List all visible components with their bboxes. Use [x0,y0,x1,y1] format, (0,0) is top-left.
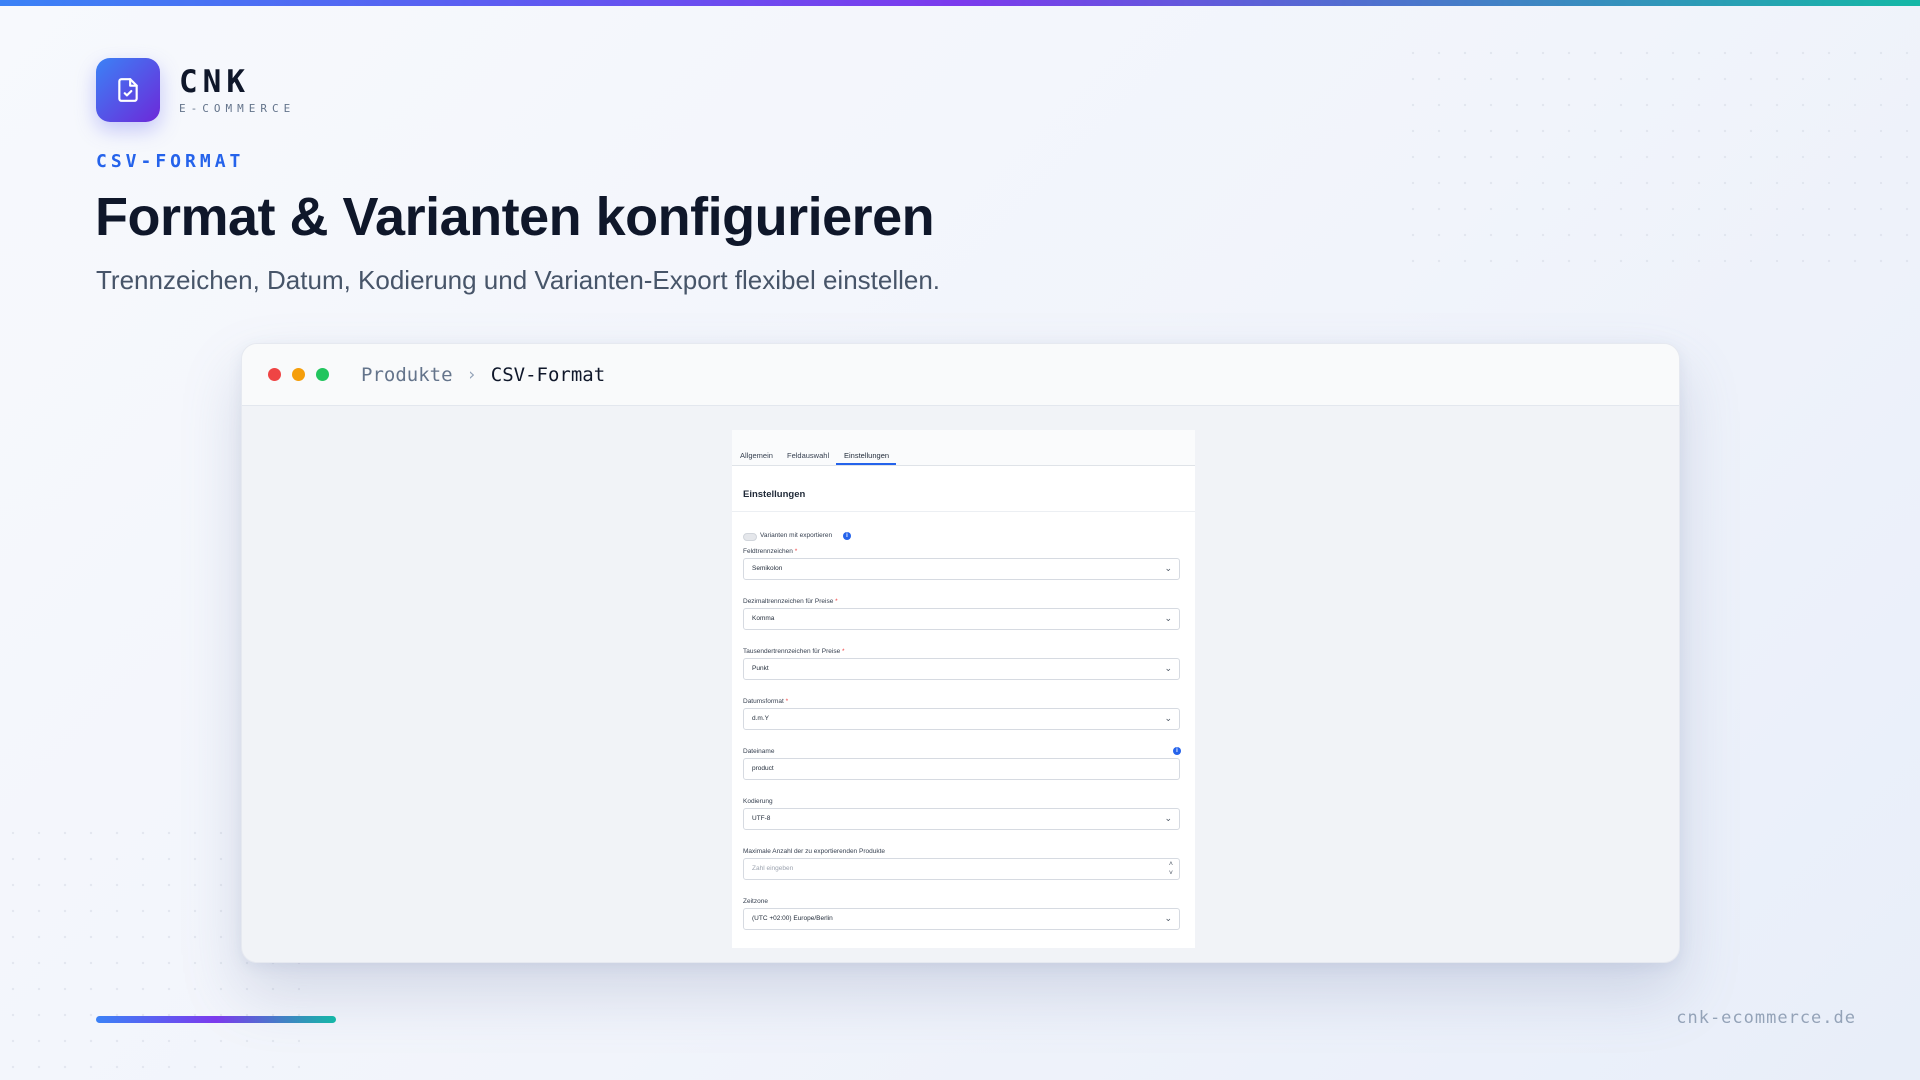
tausendertrennzeichen-select[interactable]: Punkt ⌄ [743,658,1180,680]
page-subtitle: Trennzeichen, Datum, Kodierung und Varia… [96,265,941,295]
info-icon[interactable]: i [1173,747,1181,755]
section-eyebrow: CSV-FORMAT [96,151,245,172]
zeitzone-select[interactable]: (UTC +02:00) Europe/Berlin ⌄ [743,908,1180,930]
browser-window: Produkte › CSV-Format Allgemein Feldausw… [241,343,1680,963]
breadcrumb-separator-icon: › [466,364,477,385]
card-divider [732,511,1195,512]
brand: CNK E-COMMERCE [96,58,295,122]
card-title: Einstellungen [743,489,806,500]
logo [96,58,160,122]
field-label-tausendertrennzeichen: Tausendertrennzeichen für Preise * [743,648,845,655]
info-icon[interactable]: i [843,532,851,540]
window-titlebar: Produkte › CSV-Format [242,344,1679,406]
chevron-down-icon: ⌄ [1164,913,1172,923]
minimize-window-dot[interactable] [292,368,305,381]
breadcrumb: Produkte › CSV-Format [361,364,605,386]
feldtrennzeichen-select[interactable]: Semikolon ⌄ [743,558,1180,580]
breadcrumb-item-produkte[interactable]: Produkte [361,364,453,386]
kodierung-select[interactable]: UTF-8 ⌄ [743,808,1180,830]
footer-url: cnk-ecommerce.de [1676,1008,1856,1028]
tab-einstellungen[interactable]: Einstellungen [844,451,889,460]
chevron-down-icon: ⌄ [1164,613,1172,623]
field-label-feldtrennzeichen: Feldtrennzeichen * [743,548,798,555]
page-title: Format & Varianten konfigurieren [95,187,935,247]
top-gradient-bar [0,0,1920,6]
dezimaltrennzeichen-select[interactable]: Komma ⌄ [743,608,1180,630]
settings-screenshot: Allgemein Feldauswahl Einstellungen Eins… [732,430,1195,948]
field-label-dezimaltrennzeichen: Dezimaltrennzeichen für Preise * [743,598,838,605]
tab-allgemein[interactable]: Allgemein [740,451,773,460]
progress-gradient-bar [96,1016,336,1023]
active-tab-indicator [836,463,896,465]
field-label-dateiname: Dateiname [743,748,775,755]
brand-tagline: E-COMMERCE [179,101,296,115]
number-stepper-icon[interactable]: ˄ ˅ [1169,860,1173,878]
chevron-down-icon: ⌄ [1164,563,1172,573]
field-label-zeitzone: Zeitzone [743,898,768,905]
document-check-icon [118,78,138,102]
maximize-window-dot[interactable] [316,368,329,381]
tab-bar: Allgemein Feldauswahl Einstellungen [732,430,1195,466]
chevron-down-icon: ⌄ [1164,663,1172,673]
chevron-down-icon: ⌄ [1164,713,1172,723]
max-products-input[interactable]: Zahl eingeben ˄ ˅ [743,858,1180,880]
field-label-datumsformat: Datumsformat * [743,698,789,705]
tab-feldauswahl[interactable]: Feldauswahl [787,451,829,460]
dateiname-input[interactable]: product [743,758,1180,780]
brand-name: CNK [179,63,250,100]
breadcrumb-item-csv-format: CSV-Format [490,363,606,386]
close-window-dot[interactable] [268,368,281,381]
field-label-kodierung: Kodierung [743,798,773,805]
dot-pattern-top-right [1400,40,1920,270]
variants-toggle-label: Varianten mit exportieren [760,532,833,539]
datumsformat-select[interactable]: d.m.Y ⌄ [743,708,1180,730]
variants-toggle[interactable] [743,533,757,541]
chevron-down-icon: ⌄ [1164,813,1172,823]
field-label-max-products: Maximale Anzahl der zu exportierenden Pr… [743,848,885,855]
